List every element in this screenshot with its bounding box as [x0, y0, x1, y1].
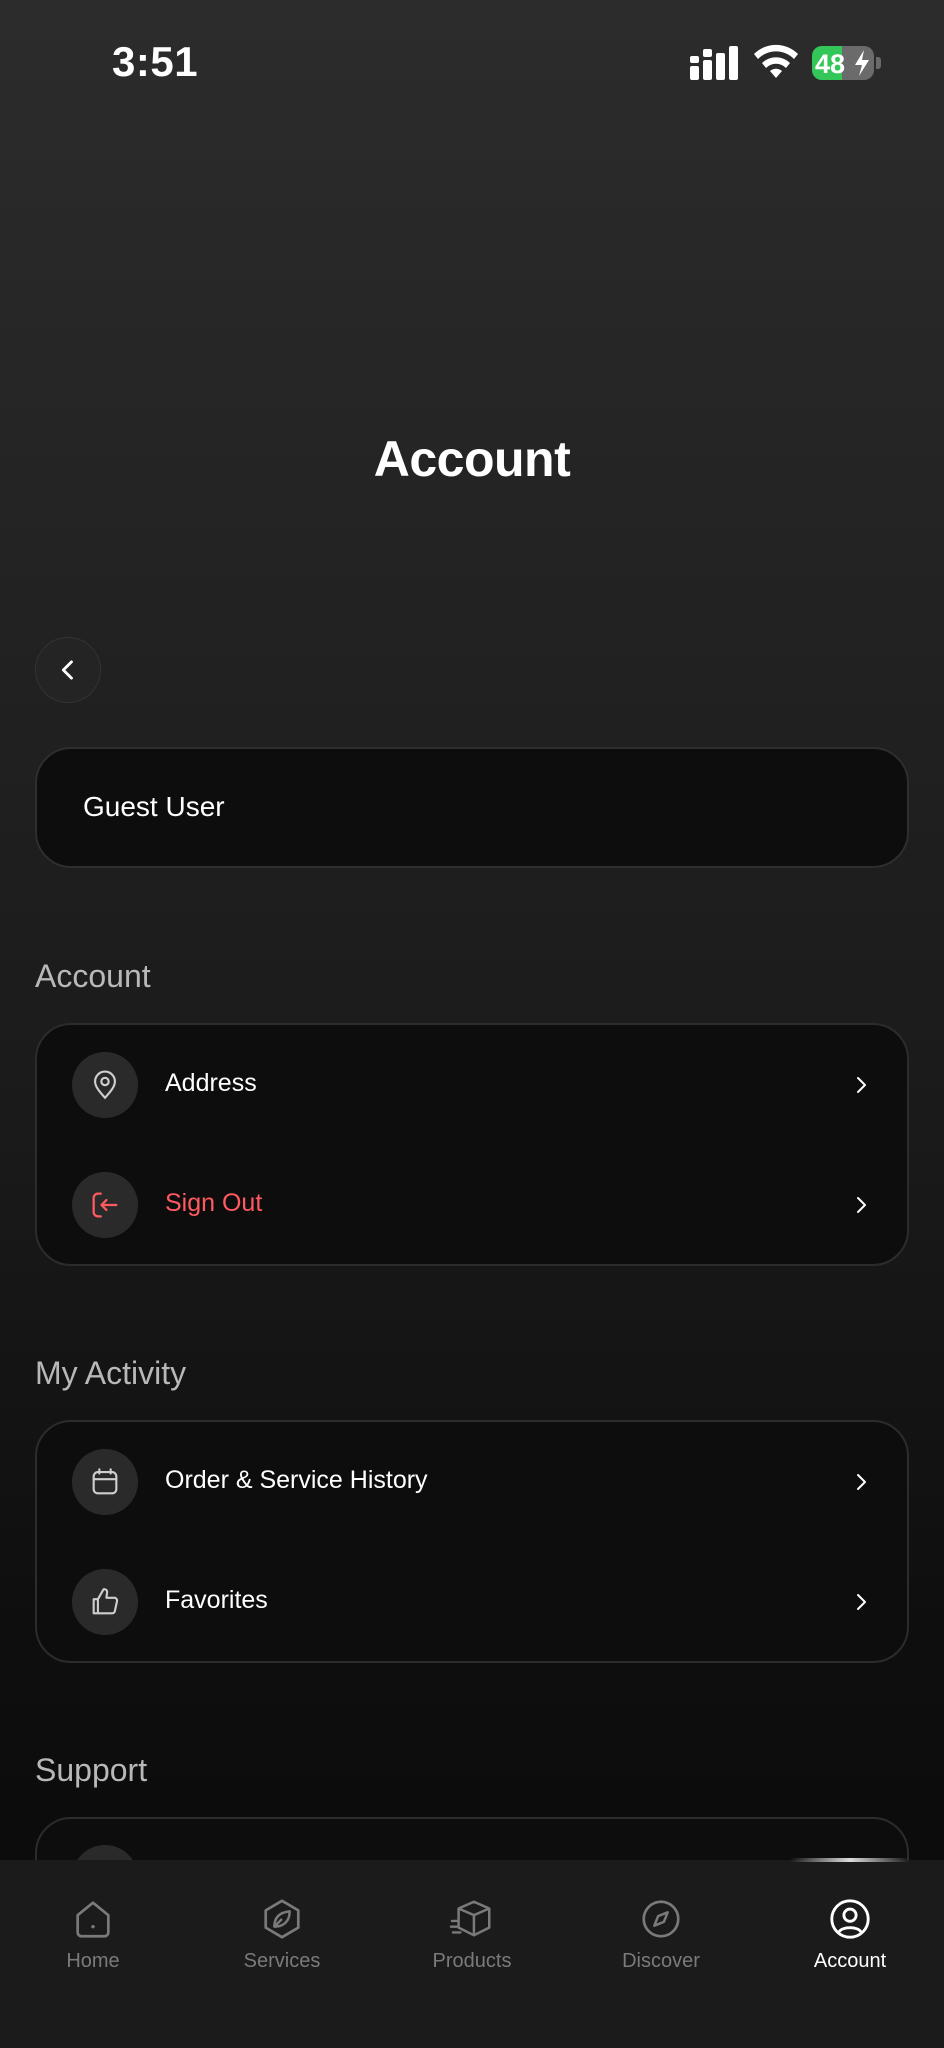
user-circle-icon: [830, 1899, 870, 1939]
battery-indicator: 48: [812, 46, 882, 80]
wifi-icon: [754, 44, 798, 78]
tab-bar: Home Services Products Discover Account: [0, 1860, 944, 2048]
tab-products-label: Products: [432, 1950, 512, 1972]
account-card: Address Sign Out: [35, 1023, 909, 1266]
tab-home[interactable]: Home: [13, 1896, 173, 1973]
sign-out-row[interactable]: Sign Out: [37, 1145, 907, 1265]
tab-services-label: Services: [243, 1950, 321, 1972]
chevron-right-icon: [857, 1077, 866, 1093]
tab-discover[interactable]: Discover: [581, 1896, 741, 1973]
favorites-label: Favorites: [165, 1586, 268, 1614]
section-title-activity: My Activity: [35, 1355, 187, 1391]
sign-out-icon: [72, 1172, 138, 1238]
chevron-right-icon: [857, 1594, 866, 1610]
activity-card: Order & Service History Favorites: [35, 1420, 909, 1663]
calendar-icon: [72, 1449, 138, 1515]
box-icon: [449, 1900, 491, 1937]
status-time: 3:51: [112, 38, 199, 85]
battery-percent: 48: [815, 49, 846, 79]
chevron-right-icon: [857, 1474, 866, 1490]
back-button[interactable]: [35, 637, 101, 703]
order-history-label: Order & Service History: [165, 1466, 428, 1494]
tab-discover-label: Discover: [622, 1950, 700, 1972]
section-title-account: Account: [35, 958, 151, 994]
tab-account-label: Account: [813, 1950, 887, 1972]
compass-icon: [642, 1900, 680, 1938]
chevron-right-icon: [857, 1197, 866, 1213]
cellular-signal-icon: [690, 46, 738, 80]
favorites-row[interactable]: Favorites: [37, 1542, 907, 1662]
tab-services[interactable]: Services: [202, 1896, 362, 1973]
tab-account[interactable]: Account: [770, 1896, 930, 1973]
tab-products[interactable]: Products: [392, 1896, 552, 1973]
user-card[interactable]: Guest User: [35, 747, 909, 868]
page-title: Account: [373, 431, 571, 487]
user-name: Guest User: [83, 791, 225, 822]
chevron-left-icon: [61, 660, 73, 680]
home-icon: [76, 1901, 110, 1938]
order-history-row[interactable]: Order & Service History: [37, 1422, 907, 1542]
section-title-support: Support: [35, 1752, 148, 1788]
location-pin-icon: [72, 1052, 138, 1118]
scroll-indicator: [790, 1858, 910, 1862]
leaf-icon: [264, 1899, 300, 1939]
tab-home-label: Home: [66, 1950, 120, 1972]
thumbs-up-icon: [72, 1569, 138, 1635]
address-label: Address: [165, 1069, 257, 1097]
sign-out-label: Sign Out: [165, 1189, 263, 1217]
address-row[interactable]: Address: [37, 1025, 907, 1145]
charging-bolt-icon: [855, 50, 869, 76]
